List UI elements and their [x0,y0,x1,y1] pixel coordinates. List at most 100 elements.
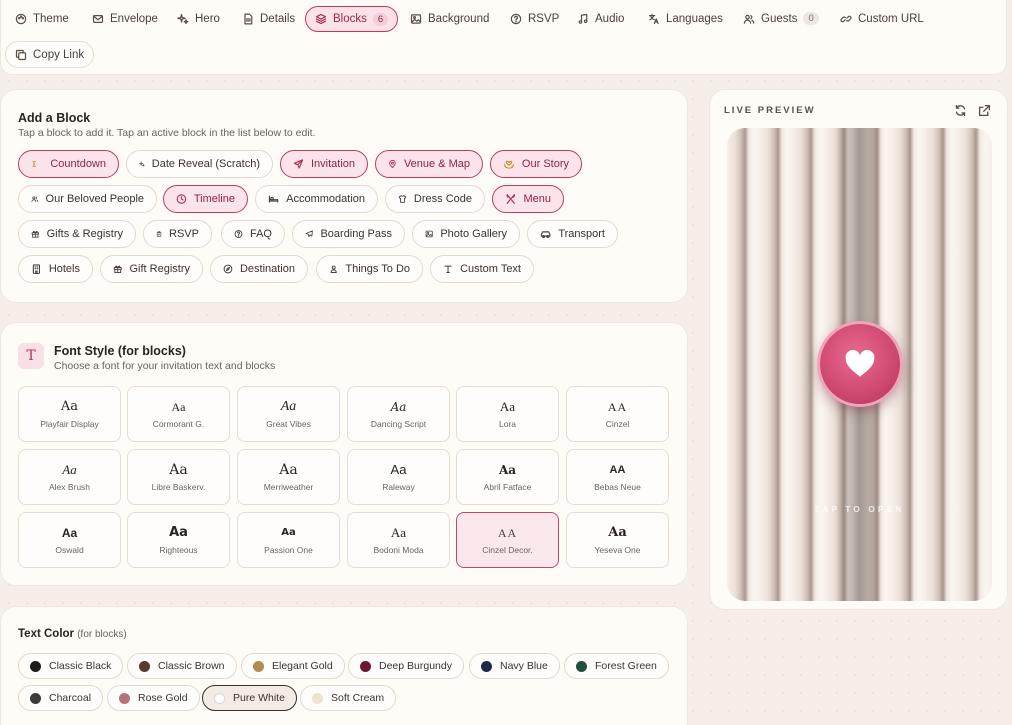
font-option-great-vibes[interactable]: Aa Great Vibes [237,386,340,442]
font-option-cormorant[interactable]: Aa Cormorant G. [127,386,230,442]
block-chip-photo-gallery[interactable]: Photo Gallery [412,220,520,248]
block-chip-venue-map[interactable]: Venue & Map [375,150,483,178]
tab-languages[interactable]: Languages [639,5,732,32]
color-swatch [30,660,41,672]
block-chip-faq[interactable]: FAQ [221,220,285,248]
block-chip-label: Gifts & Registry [46,228,123,240]
block-chip-label: Accommodation [286,193,365,205]
sparkle-icon [177,13,189,24]
tab-blocks[interactable]: Blocks 6 [305,6,399,32]
font-option-dancing-script[interactable]: Aa Dancing Script [347,386,450,442]
color-option-classic-black[interactable]: Classic Black [18,653,124,679]
font-sample: Aa [390,525,407,540]
font-option-merriweather[interactable]: Aa Merriweather [237,449,340,505]
font-name: Cormorant G. [152,419,205,429]
color-option-elegant-gold[interactable]: Elegant Gold [241,653,345,679]
block-chip-transport[interactable]: Transport [527,220,618,248]
font-name: Oswald [55,545,84,555]
font-option-oswald[interactable]: Aa Oswald [18,512,121,568]
block-chip-menu[interactable]: Menu [492,185,564,213]
font-option-cinzel-decorative[interactable]: Aa Cinzel Decor. [456,512,559,568]
live-preview-label: LIVE PREVIEW [724,105,816,116]
block-chip-boarding-pass[interactable]: Boarding Pass [292,220,405,248]
font-option-playfair[interactable]: Aa Playfair Display [18,386,121,442]
layers-icon [315,13,327,25]
tap-to-open-text: TAP TO OPEN [814,504,905,514]
tab-label: Guests [761,12,798,25]
live-preview-card: LIVE PREVIEW TAP TO OPEN [709,89,1008,610]
color-option-deep-burgundy[interactable]: Deep Burgundy [348,653,464,679]
block-chip-label: Photo Gallery [440,228,507,240]
text-icon [444,265,452,273]
color-option-pure-white[interactable]: Pure White [202,685,297,711]
tab-custom-url[interactable]: Custom URL [831,5,933,32]
font-option-abril-fatface[interactable]: Aa Abril Fatface [456,449,559,505]
tab-audio[interactable]: Audio [568,5,633,32]
tab-envelope[interactable]: Envelope [83,5,167,32]
image-icon [410,13,422,24]
tab-hero[interactable]: Hero [168,5,229,32]
tab-guests[interactable]: Guests 0 [734,5,828,32]
block-chip-dress-code[interactable]: Dress Code [385,185,485,213]
font-option-bebas-neue[interactable]: Aa Bebas Neue [566,449,669,505]
block-chip-gift-registry[interactable]: Gift Registry [100,255,203,283]
block-chip-timeline[interactable]: Timeline [163,185,248,213]
font-name: Passion One [264,545,313,555]
font-option-passion-one[interactable]: Aa Passion One [237,512,340,568]
font-option-cinzel[interactable]: Aa Cinzel [566,386,669,442]
font-style-card: T Font Style (for blocks) Choose a font … [0,322,688,586]
block-chip-date-reveal[interactable]: Date Reveal (Scratch) [126,150,273,178]
block-chip-countdown[interactable]: Countdown [18,150,119,178]
font-option-alex-brush[interactable]: Aa Alex Brush [18,449,121,505]
envelope-icon [92,14,104,23]
font-option-raleway[interactable]: Aa Raleway [347,449,450,505]
curtain-preview[interactable]: TAP TO OPEN [727,128,992,601]
building-icon [32,264,40,274]
color-option-rose-gold[interactable]: Rose Gold [107,685,200,711]
block-chip-things-to-do[interactable]: Things To Do [316,255,423,283]
refresh-icon[interactable] [954,104,967,117]
color-swatch [119,692,130,704]
font-option-libre-baskerville[interactable]: Aa Libre Baskerv. [127,449,230,505]
tab-background[interactable]: Background [401,5,498,32]
block-chip-beloved-people[interactable]: Our Beloved People [18,185,157,213]
hourglass-icon [32,161,36,167]
bed-icon [268,195,279,203]
block-chip-rsvp[interactable]: RSVP [143,220,212,248]
font-style-title: Font Style (for blocks) [54,344,186,358]
block-chip-label: Transport [558,228,605,240]
tab-theme[interactable]: Theme [6,5,78,32]
text-color-card: Text Color (for blocks) Classic Black Cl… [0,606,688,725]
font-option-bodoni-moda[interactable]: Aa Bodoni Moda [347,512,450,568]
font-name: Righteous [159,545,198,555]
block-chip-gifts-registry[interactable]: Gifts & Registry [18,220,136,248]
color-option-forest-green[interactable]: Forest Green [564,653,669,679]
block-chip-hotels[interactable]: Hotels [18,255,93,283]
block-chip-our-story[interactable]: Our Story [490,150,582,178]
color-option-charcoal[interactable]: Charcoal [18,685,104,711]
color-swatch [576,660,587,672]
color-label: Navy Blue [500,660,548,672]
block-chip-accommodation[interactable]: Accommodation [255,185,378,213]
font-name: Great Vibes [266,419,311,429]
font-option-yeseva-one[interactable]: Aa Yeseva One [566,512,669,568]
font-name: Bebas Neue [594,482,641,492]
block-chip-custom-text[interactable]: Custom Text [430,255,534,283]
color-option-soft-cream[interactable]: Soft Cream [300,685,397,711]
font-option-righteous[interactable]: Aa Righteous [127,512,230,568]
tab-details[interactable]: Details [233,5,304,32]
open-invitation-button[interactable] [820,324,900,404]
block-chip-destination[interactable]: Destination [210,255,308,283]
color-option-navy-blue[interactable]: Navy Blue [469,653,560,679]
font-sample: Aa [607,400,628,414]
block-chip-label: Our Story [521,158,569,170]
font-name: Merriweather [263,482,314,492]
external-link-icon[interactable] [978,104,991,117]
font-option-lora[interactable]: Aa Lora [456,386,559,442]
block-chip-invitation[interactable]: Invitation [280,150,368,178]
color-option-classic-brown[interactable]: Classic Brown [127,653,237,679]
font-style-icon: T [18,343,44,369]
block-chip-label: Gift Registry [129,263,190,275]
tab-rsvp[interactable]: RSVP [501,5,568,32]
copy-link-button[interactable]: Copy Link [5,41,95,68]
